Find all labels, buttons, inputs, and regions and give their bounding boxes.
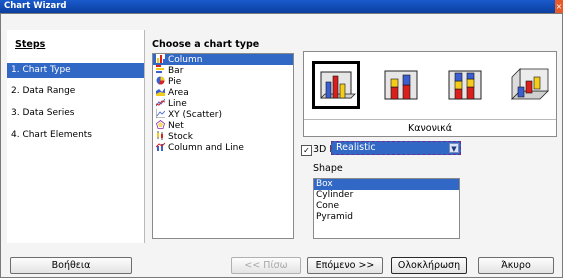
column-3d-normal-icon — [320, 71, 356, 99]
area-chart-icon — [156, 88, 165, 96]
bar-chart-icon — [156, 65, 164, 73]
chart-type-pie[interactable]: Pie — [153, 76, 293, 87]
scatter-chart-icon — [156, 109, 165, 118]
chart-type-list[interactable]: Column Bar Pie Area Line XY (Scatter) Ne… — [152, 53, 294, 239]
variant-stacked[interactable] — [377, 61, 425, 109]
choose-chart-type-heading: Choose a chart type — [152, 39, 260, 50]
chart-type-label: Area — [168, 88, 189, 98]
chart-type-label: Bar — [168, 66, 184, 76]
chart-type-area[interactable]: Area — [153, 87, 293, 98]
chart-type-label: XY (Scatter) — [168, 110, 223, 120]
chart-type-label: Line — [168, 99, 187, 109]
3d-look-select[interactable]: Realistic ▼ — [331, 141, 461, 155]
shape-option-pyramid[interactable]: Pyramid — [314, 212, 459, 223]
chart-type-net[interactable]: Net — [153, 120, 293, 131]
variant-percent[interactable] — [441, 61, 489, 109]
column-3d-percent-icon — [448, 70, 482, 100]
chart-type-scatter[interactable]: XY (Scatter) — [153, 109, 293, 120]
step-chart-type[interactable]: 1. Chart Type — [7, 63, 144, 78]
column-line-chart-icon — [156, 142, 165, 151]
chart-type-label: Stock — [168, 132, 193, 142]
stock-chart-icon — [157, 131, 163, 140]
line-chart-icon — [156, 98, 165, 107]
chart-type-column[interactable]: Column — [153, 54, 293, 65]
3d-look-checkbox[interactable]: ✓ — [301, 145, 312, 156]
variant-deep[interactable] — [504, 61, 552, 109]
chart-type-bar[interactable]: Bar — [153, 65, 293, 76]
shape-option-cone[interactable]: Cone — [314, 201, 459, 212]
help-button[interactable]: Βοήθεια — [10, 257, 132, 274]
step-chart-elements[interactable]: 4. Chart Elements — [7, 128, 144, 143]
shape-option-cylinder[interactable]: Cylinder — [314, 190, 459, 201]
shape-list[interactable]: Box Cylinder Cone Pyramid — [313, 178, 460, 239]
chart-type-stock[interactable]: Stock — [153, 131, 293, 142]
chart-type-label: Pie — [168, 77, 182, 87]
3d-look-select-value: Realistic — [336, 142, 376, 153]
window-title: Chart Wizard — [0, 0, 563, 13]
chart-type-line[interactable]: Line — [153, 98, 293, 109]
chevron-down-icon[interactable]: ▼ — [449, 143, 459, 153]
finish-button[interactable]: Ολοκλήρωση — [391, 257, 467, 274]
step-data-series[interactable]: 3. Data Series — [7, 106, 144, 121]
next-button[interactable]: Επόμενο >> — [307, 257, 383, 274]
chart-type-column-and-line[interactable]: Column and Line — [153, 142, 293, 153]
shape-option-box[interactable]: Box — [314, 179, 459, 190]
variant-caption: Κανονικά — [304, 119, 556, 137]
shape-label: Shape — [313, 163, 343, 174]
chart-type-label: Column — [168, 55, 203, 65]
close-icon[interactable]: × — [555, 0, 563, 13]
back-button[interactable]: << Πίσω — [231, 257, 301, 274]
steps-panel: Steps 1. Chart Type 2. Data Range 3. Dat… — [7, 30, 145, 243]
steps-heading: Steps — [15, 39, 46, 50]
chart-type-label: Column and Line — [168, 143, 244, 153]
column-3d-stacked-icon — [384, 70, 418, 100]
pie-chart-icon — [156, 76, 165, 85]
variant-normal[interactable] — [312, 61, 360, 109]
net-chart-icon — [156, 120, 165, 129]
cancel-button[interactable]: Άκυρο — [478, 257, 554, 274]
column-3d-deep-icon — [511, 68, 549, 100]
chart-variant-panel: Κανονικά — [303, 51, 557, 137]
chart-type-label: Net — [168, 121, 184, 131]
step-data-range[interactable]: 2. Data Range — [7, 84, 144, 99]
column-chart-icon — [156, 54, 165, 63]
